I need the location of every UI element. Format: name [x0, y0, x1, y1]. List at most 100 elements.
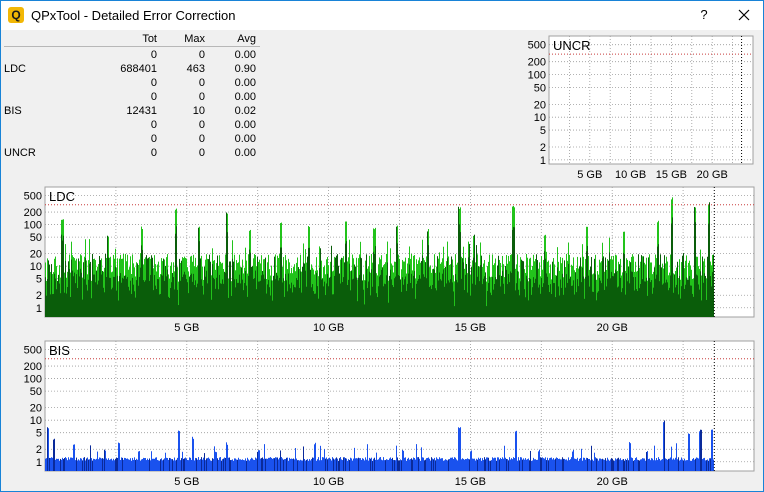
ldc-bar-base — [188, 293, 189, 317]
ldc-bar-base — [304, 279, 305, 317]
bis-bar — [137, 459, 138, 471]
ldc-bar-base — [673, 292, 674, 317]
bis-bar — [675, 457, 676, 471]
bis-bar — [112, 460, 113, 471]
ldc-bar-base — [98, 280, 99, 317]
bis-bar — [497, 457, 498, 471]
bis-bar — [155, 457, 156, 471]
bis-bar — [491, 460, 492, 471]
bis-bar — [641, 459, 642, 471]
bis-bar — [412, 459, 413, 471]
ldc-bar-base — [609, 252, 610, 317]
ldc-bar-base — [80, 268, 81, 317]
bis-bar — [194, 460, 195, 471]
bis-bar — [452, 457, 453, 471]
bis-bar — [419, 458, 420, 471]
ldc-bar-base — [200, 277, 201, 317]
ldc-bar-base — [196, 287, 197, 317]
ldc-bar-base — [363, 289, 364, 317]
ldc-bar-base — [251, 287, 252, 317]
bis-bar — [674, 459, 675, 471]
bis-bar — [221, 460, 222, 471]
y-tick-label: 20 — [30, 249, 42, 261]
ldc-bar-base — [660, 272, 661, 317]
ldc-bar-base — [478, 284, 479, 317]
bis-bar — [362, 458, 363, 471]
ldc-bar-base — [45, 277, 46, 317]
bis-bar — [574, 458, 575, 471]
ldc-bar-base — [580, 276, 581, 317]
close-button[interactable] — [729, 5, 759, 25]
ldc-bar-base — [704, 273, 705, 317]
bis-bar — [468, 458, 469, 471]
ldc-bar-base — [705, 292, 706, 317]
bis-bar — [334, 459, 335, 471]
ldc-bar-base — [514, 227, 515, 317]
bis-bar — [510, 459, 511, 471]
ldc-bar-base — [486, 306, 487, 317]
ldc-bar-base — [590, 285, 591, 317]
bis-bar — [471, 450, 472, 471]
ldc-bar-base — [192, 281, 193, 317]
stats-cell-avg: 0.00 — [234, 91, 256, 103]
ldc-bar-base — [532, 287, 533, 317]
bis-bar — [449, 459, 450, 471]
ldc-bar-base — [81, 272, 82, 317]
bis-bar — [619, 459, 620, 471]
bis-bar — [531, 460, 532, 471]
y-tick-label: 2 — [36, 290, 42, 302]
ldc-bar-base — [269, 287, 270, 317]
ldc-bar-base — [402, 277, 403, 317]
ldc-bar-base — [331, 261, 332, 317]
ldc-bar-base — [627, 281, 628, 317]
bis-bar — [522, 459, 523, 471]
ldc-bar-base — [592, 291, 593, 317]
bis-bar — [128, 459, 129, 471]
bis-bar — [575, 458, 576, 471]
ldc-bar-base — [424, 276, 425, 317]
ldc-bar-base — [121, 282, 122, 317]
ldc-bar-base — [110, 277, 111, 317]
ldc-bar-base — [144, 281, 145, 317]
bis-chart: 5002001005020105215 GB 10 GB 15 GB 20 GBBIS — [24, 340, 755, 488]
ldc-bar-base — [375, 246, 376, 317]
help-button[interactable]: ? — [691, 5, 717, 25]
bis-bar — [223, 458, 224, 471]
ldc-bar-base — [134, 291, 135, 317]
bis-bar — [52, 457, 53, 471]
ldc-bar-base — [153, 290, 154, 317]
ldc-bar-base — [702, 272, 703, 317]
ldc-bar-base — [221, 283, 222, 317]
x-tick-label: 10 GB — [313, 476, 344, 488]
ldc-bar-base — [215, 288, 216, 317]
bis-bar — [53, 439, 54, 471]
bis-bar — [181, 458, 182, 471]
ldc-bar-base — [187, 282, 188, 317]
ldc-bar-base — [414, 271, 415, 317]
bis-bar — [695, 458, 696, 471]
bis-bar — [607, 457, 608, 471]
ldc-bar-base — [541, 277, 542, 317]
ldc-bar-base — [680, 298, 681, 317]
bis-bar — [442, 458, 443, 471]
bis-bar — [212, 458, 213, 471]
bis-bar — [398, 460, 399, 471]
ldc-bar-base — [308, 247, 309, 317]
bis-bar — [191, 459, 192, 471]
bis-bar — [129, 459, 130, 471]
ldc-bar-base — [465, 274, 466, 317]
bis-bar — [556, 457, 557, 471]
bis-bar — [199, 459, 200, 471]
ldc-bar-base — [540, 293, 541, 317]
bis-bar — [705, 460, 706, 471]
ldc-bar-base — [562, 273, 563, 317]
ldc-bar-base — [397, 243, 398, 317]
bis-bar — [301, 460, 302, 471]
ldc-bar-base — [551, 294, 552, 317]
ldc-bar-base — [222, 279, 223, 317]
bis-bar — [548, 460, 549, 471]
ldc-bar-base — [364, 304, 365, 317]
bis-bar — [80, 458, 81, 471]
stats-cell-avg: 0.00 — [234, 119, 256, 131]
title-bar[interactable]: Q QPxTool - Detailed Error Correction ? — [1, 1, 763, 30]
